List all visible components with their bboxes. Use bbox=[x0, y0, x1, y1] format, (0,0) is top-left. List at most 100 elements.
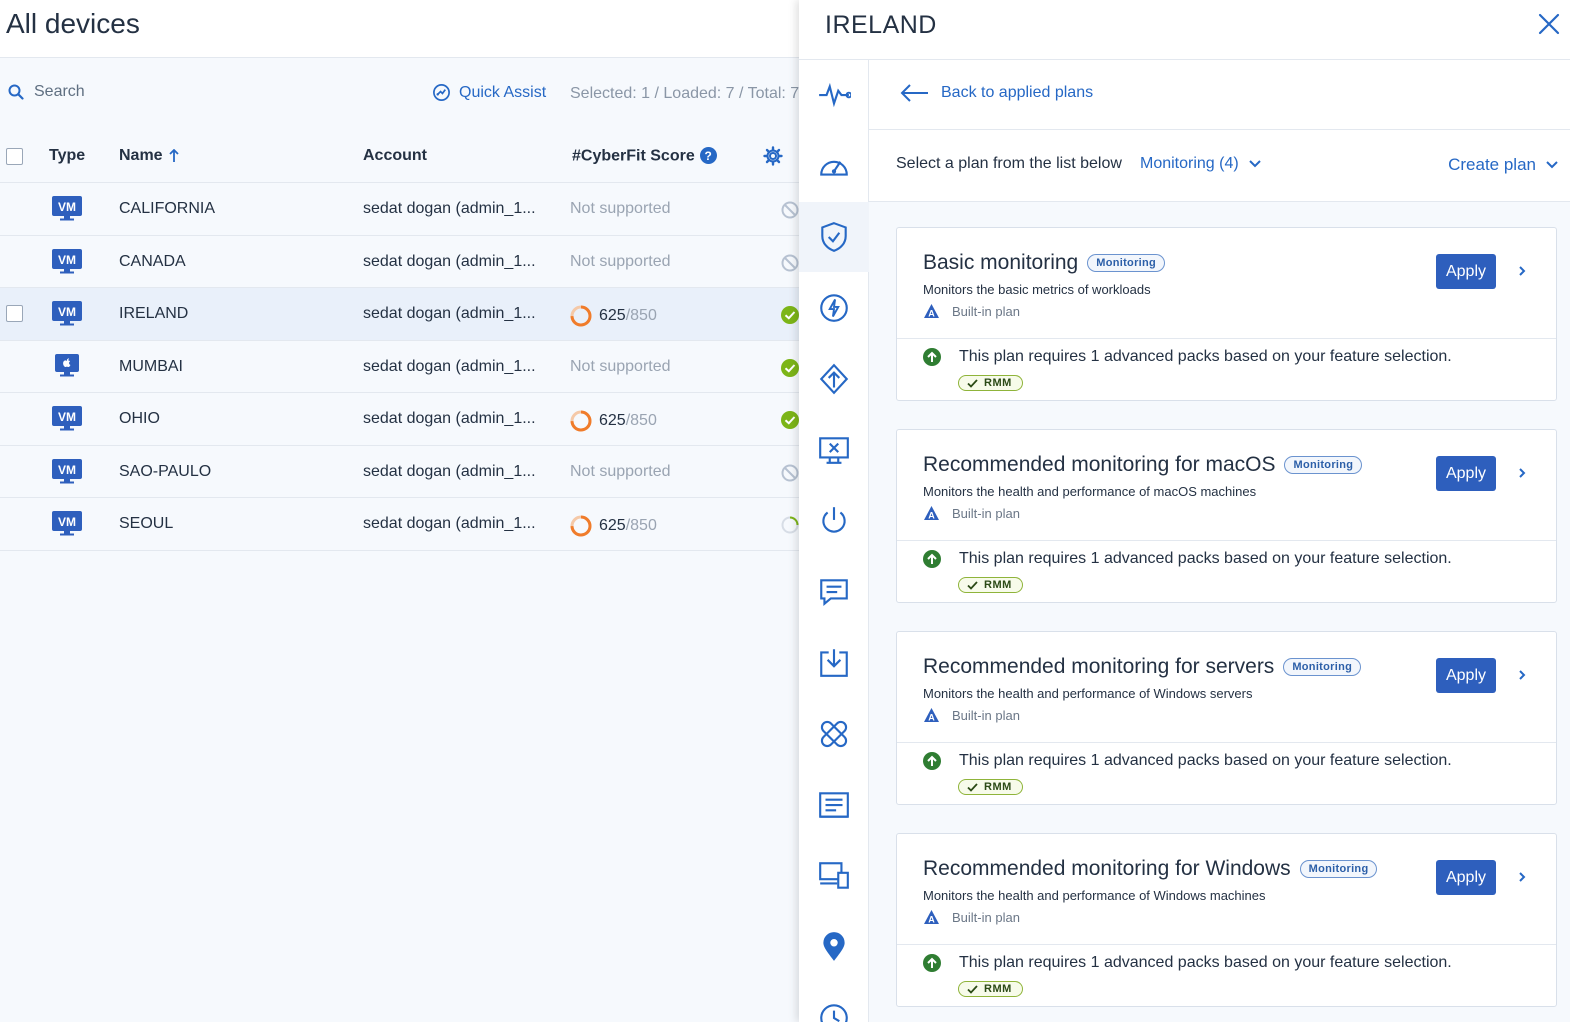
rail-item[interactable] bbox=[799, 202, 869, 272]
built-in-text: Built-in plan bbox=[952, 909, 1020, 925]
rail-item[interactable] bbox=[799, 60, 869, 130]
rail-item[interactable] bbox=[799, 344, 869, 414]
chevron-right-icon[interactable] bbox=[1515, 465, 1529, 481]
status-ok-icon bbox=[781, 306, 799, 324]
device-account: sedat dogan (admin_1... bbox=[363, 462, 536, 480]
select-all-checkbox[interactable] bbox=[6, 148, 23, 165]
device-name[interactable]: SAO-PAULO bbox=[119, 463, 211, 481]
help-icon[interactable]: ? bbox=[699, 147, 717, 164]
plan-card[interactable]: Recommended monitoring for servers Monito… bbox=[896, 631, 1557, 805]
check-icon bbox=[967, 782, 978, 792]
column-cyberfit[interactable]: #CyberFit Score? bbox=[572, 147, 717, 166]
back-bar: Back to applied plans bbox=[869, 60, 1570, 130]
remote-desktop-icon bbox=[819, 437, 849, 464]
apply-button[interactable]: Apply bbox=[1436, 254, 1496, 289]
cyberfit-score[interactable]: 625/850 bbox=[570, 410, 657, 432]
power-icon bbox=[822, 507, 846, 533]
rail-item[interactable] bbox=[799, 273, 869, 343]
quick-assist-icon bbox=[433, 84, 450, 101]
rail-item[interactable] bbox=[799, 415, 869, 485]
requirement-text: This plan requires 1 advanced packs base… bbox=[959, 954, 1452, 971]
score-ring-icon bbox=[570, 305, 592, 327]
table-row[interactable]: VM CALIFORNIA sedat dogan (admin_1... Not s… bbox=[0, 183, 800, 236]
table-row[interactable]: VM SEOUL sedat dogan (admin_1... 625/850 bbox=[0, 498, 800, 551]
column-name[interactable]: Name bbox=[119, 147, 179, 165]
rail-item[interactable] bbox=[799, 131, 869, 201]
rail-item[interactable] bbox=[799, 983, 869, 1022]
plan-card[interactable]: Basic monitoring Monitoring Monitors the b… bbox=[896, 227, 1557, 401]
create-plan-label: Create plan bbox=[1448, 155, 1536, 174]
rail-item[interactable] bbox=[799, 770, 869, 840]
column-type[interactable]: Type bbox=[49, 147, 85, 165]
plan-requirement: This plan requires 1 advanced packs base… bbox=[923, 752, 1452, 770]
device-name[interactable]: OHIO bbox=[119, 410, 160, 428]
column-settings-gear-icon[interactable] bbox=[763, 146, 783, 166]
device-name[interactable]: SEOUL bbox=[119, 515, 173, 533]
svg-text:VM: VM bbox=[58, 253, 76, 267]
plan-card-list: Basic monitoring Monitoring Monitors the b… bbox=[896, 227, 1557, 1022]
search-input[interactable]: Search bbox=[8, 83, 85, 101]
requirement-text: This plan requires 1 advanced packs base… bbox=[959, 550, 1452, 567]
close-icon[interactable] bbox=[1536, 11, 1562, 37]
cyberfit-score[interactable]: 625/850 bbox=[570, 515, 657, 537]
download-icon bbox=[820, 649, 848, 677]
apply-button[interactable]: Apply bbox=[1436, 860, 1496, 895]
cyberfit-score[interactable]: 625/850 bbox=[570, 305, 657, 327]
vm-device-icon: VM bbox=[51, 248, 83, 274]
device-name[interactable]: CALIFORNIA bbox=[119, 200, 215, 218]
svg-text:VM: VM bbox=[58, 410, 76, 424]
status-ok-icon bbox=[781, 411, 799, 429]
search-placeholder: Search bbox=[34, 83, 85, 100]
plan-filter-dropdown[interactable]: Monitoring (4) bbox=[1140, 155, 1261, 173]
table-row[interactable]: VM IRELAND sedat dogan (admin_1... 625/850 bbox=[0, 288, 800, 341]
requirement-text: This plan requires 1 advanced packs base… bbox=[959, 348, 1452, 365]
plan-category-tag: Monitoring bbox=[1087, 254, 1166, 272]
plan-card[interactable]: Recommended monitoring for macOS Monitori… bbox=[896, 429, 1557, 603]
plan-drawer: IRELAND Back to applied plans Select a p… bbox=[799, 0, 1570, 1022]
table-row[interactable]: VM SAO-PAULO sedat dogan (admin_1... Not su… bbox=[0, 446, 800, 498]
table-row[interactable]: VM OHIO sedat dogan (admin_1... 625/850 bbox=[0, 393, 800, 446]
cyberfit-score: Not supported bbox=[570, 252, 671, 270]
apply-button[interactable]: Apply bbox=[1436, 456, 1496, 491]
page-title: All devices bbox=[6, 8, 140, 39]
chevron-right-icon[interactable] bbox=[1515, 263, 1529, 279]
vm-device-icon: VM bbox=[51, 195, 83, 221]
rail-item[interactable] bbox=[799, 912, 869, 982]
rail-item[interactable] bbox=[799, 628, 869, 698]
table-row[interactable]: MUMBAI sedat dogan (admin_1... Not support… bbox=[0, 341, 800, 393]
device-name[interactable]: IRELAND bbox=[119, 305, 188, 323]
rail-item[interactable] bbox=[799, 486, 869, 556]
row-checkbox[interactable] bbox=[6, 305, 23, 322]
plan-card[interactable]: Recommended monitoring for Windows Monito… bbox=[896, 833, 1557, 1007]
table-row[interactable]: VM CANADA sedat dogan (admin_1... Not suppo… bbox=[0, 236, 800, 288]
svg-text:VM: VM bbox=[58, 200, 76, 214]
built-in-text: Built-in plan bbox=[952, 707, 1020, 723]
quick-assist-button[interactable]: Quick Assist bbox=[432, 83, 546, 102]
score-value: 625 bbox=[599, 307, 626, 324]
plan-category-tag: Monitoring bbox=[1283, 658, 1362, 676]
check-icon bbox=[967, 378, 978, 388]
patch-icon bbox=[819, 363, 849, 395]
pack-badge: RMM bbox=[958, 375, 1023, 391]
rail-item[interactable] bbox=[799, 557, 869, 627]
plan-category-tag: Monitoring bbox=[1284, 456, 1363, 474]
devices-toolbar: Search Quick Assist Selected: 1 / Loaded… bbox=[0, 74, 800, 116]
create-plan-dropdown[interactable]: Create plan bbox=[1448, 155, 1558, 175]
check-icon bbox=[967, 984, 978, 994]
chevron-right-icon[interactable] bbox=[1515, 869, 1529, 885]
device-name[interactable]: CANADA bbox=[119, 253, 186, 271]
rail-item[interactable] bbox=[799, 699, 869, 769]
back-label: Back to applied plans bbox=[941, 84, 1094, 101]
apply-button[interactable]: Apply bbox=[1436, 658, 1496, 693]
chevron-down-icon bbox=[1248, 160, 1261, 168]
column-account[interactable]: Account bbox=[363, 147, 427, 165]
cyberfit-score: Not supported bbox=[570, 462, 671, 480]
plan-builtin-label: A Built-in plan bbox=[923, 909, 1020, 925]
back-to-applied-plans-link[interactable]: Back to applied plans bbox=[899, 83, 1093, 103]
chevron-right-icon[interactable] bbox=[1515, 667, 1529, 683]
rail-item[interactable] bbox=[799, 841, 869, 911]
plan-builtin-label: A Built-in plan bbox=[923, 505, 1020, 521]
device-name[interactable]: MUMBAI bbox=[119, 358, 183, 376]
devices-panel: All devices Search Quick Assist Selected… bbox=[0, 0, 800, 1022]
plan-description: Monitors the health and performance of m… bbox=[923, 484, 1257, 499]
